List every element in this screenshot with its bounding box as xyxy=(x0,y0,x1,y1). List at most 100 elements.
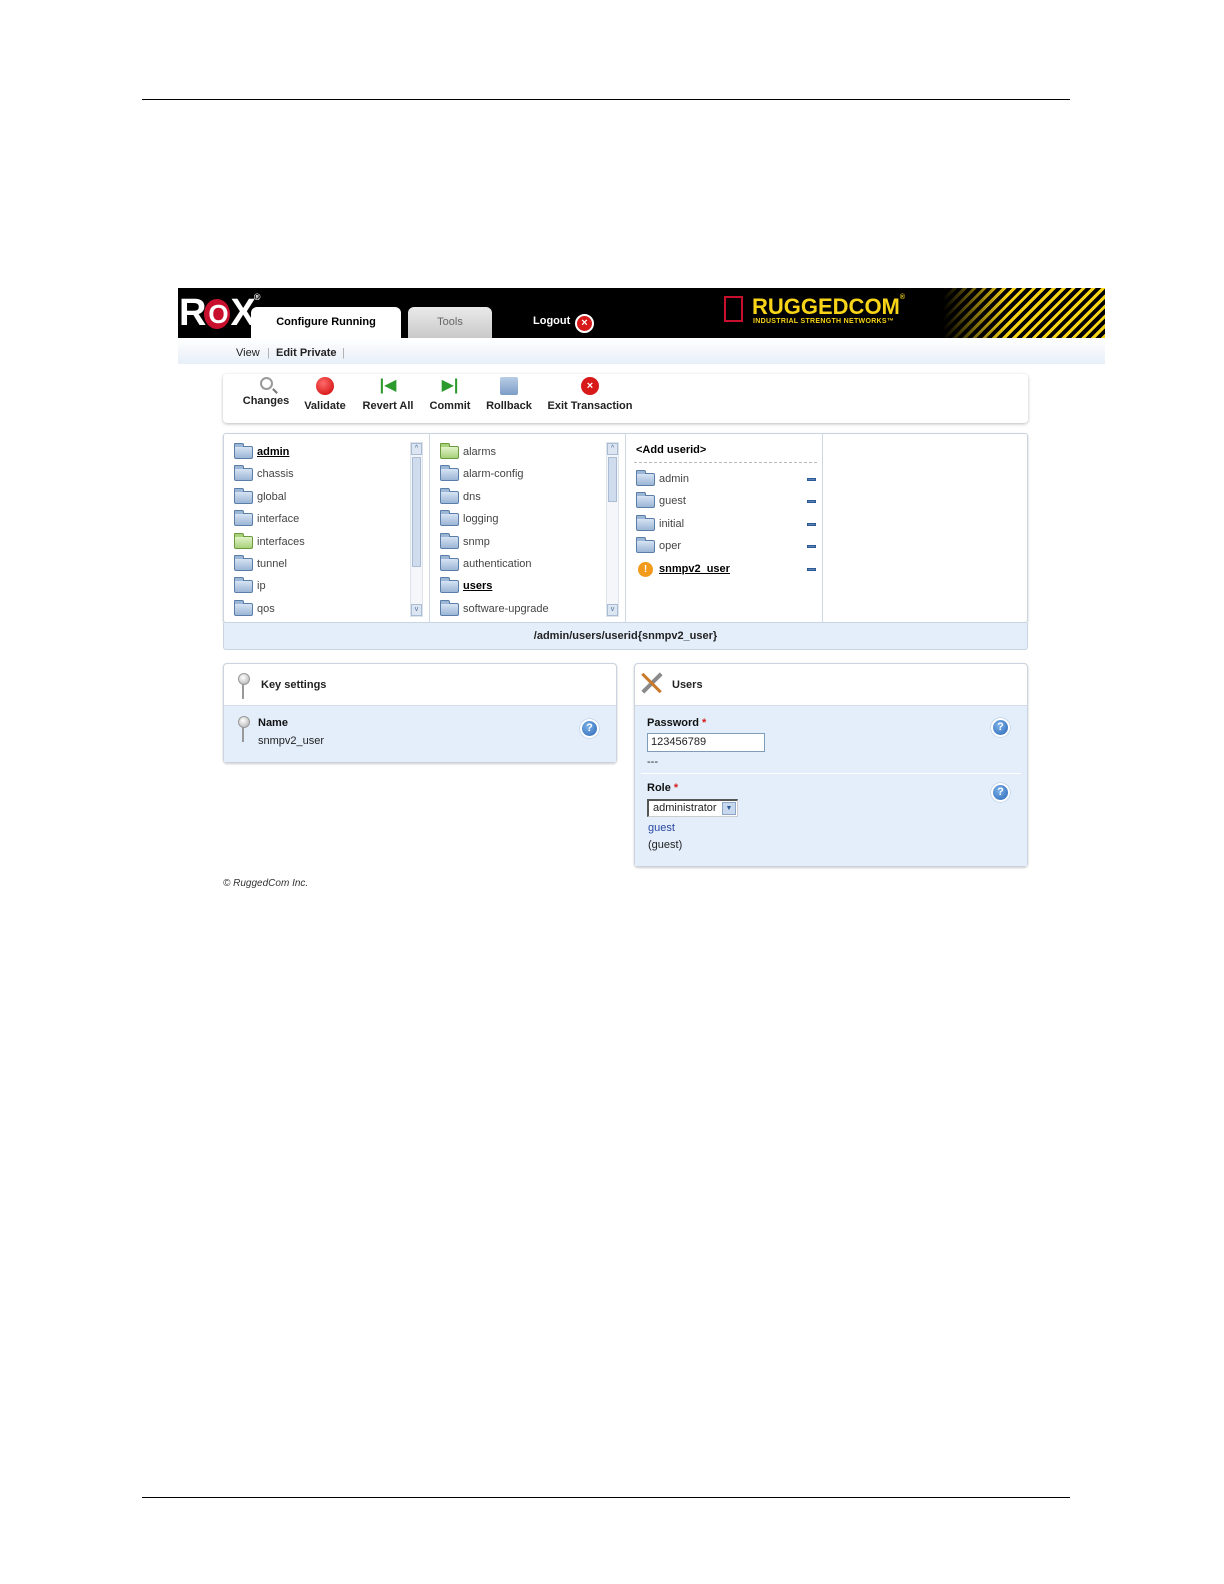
config-path-bar: /admin/users/userid{snmpv2_user} xyxy=(223,623,1028,650)
tree-column-2-scrollbar[interactable]: ^ v xyxy=(606,442,619,617)
userid-item-initial[interactable]: initial xyxy=(626,513,823,535)
userid-item-admin[interactable]: admin xyxy=(626,468,823,490)
logout-icon[interactable]: × xyxy=(575,314,594,333)
tree-item-authentication[interactable]: authentication xyxy=(430,553,625,575)
key-settings-panel: Key settings Name snmpv2_user ? xyxy=(223,663,617,763)
config-tree-browser: admin chassis global interface interface… xyxy=(223,433,1028,623)
folder-icon xyxy=(440,487,459,504)
warning-icon: ! xyxy=(638,561,653,577)
key-settings-title: Key settings xyxy=(224,664,616,706)
rollback-button[interactable]: Rollback xyxy=(485,377,533,412)
tree-item-alarm-config[interactable]: alarm-config xyxy=(430,463,625,485)
delete-minus-icon[interactable] xyxy=(807,478,816,481)
help-icon[interactable]: ? xyxy=(991,783,1010,802)
subnav-view[interactable]: View xyxy=(236,347,260,359)
name-value: snmpv2_user xyxy=(258,735,325,747)
tree-item-ip[interactable]: ip xyxy=(224,575,429,597)
folder-icon xyxy=(440,532,459,549)
tree-item-interface[interactable]: interface xyxy=(224,508,429,530)
rox-web-interface: R O X® Configure Running Tools Logout × RU… xyxy=(178,288,1105,892)
scroll-thumb[interactable] xyxy=(412,457,421,567)
tree-item-alarms[interactable]: alarms xyxy=(430,441,625,463)
changes-button[interactable]: Changes xyxy=(241,377,291,407)
exit-transaction-button[interactable]: × Exit Transaction xyxy=(547,377,633,412)
tree-item-admin[interactable]: admin xyxy=(224,441,429,463)
folder-icon xyxy=(234,554,253,571)
tools-icon xyxy=(638,669,666,697)
tab-configure-running[interactable]: Configure Running xyxy=(251,307,401,338)
folder-icon xyxy=(636,537,655,554)
tree-item-logging[interactable]: logging xyxy=(430,508,625,530)
magnifier-icon xyxy=(259,377,273,390)
password-field[interactable]: 123456789 xyxy=(647,733,765,752)
userid-item-oper[interactable]: oper xyxy=(626,535,823,557)
folder-open-icon xyxy=(234,443,253,459)
ruggedcom-emblem-icon xyxy=(724,296,743,322)
tab-tools[interactable]: Tools xyxy=(408,307,492,338)
tree-item-global[interactable]: global xyxy=(224,486,429,508)
tree-item-dns[interactable]: dns xyxy=(430,486,625,508)
role-guest-link[interactable]: guest xyxy=(648,822,675,834)
tree-item-tunnel[interactable]: tunnel xyxy=(224,553,429,575)
folder-green-icon xyxy=(234,532,253,549)
field-divider xyxy=(641,773,1021,774)
scroll-up-icon[interactable]: ^ xyxy=(607,443,618,455)
folder-icon xyxy=(636,470,655,486)
scroll-up-icon[interactable]: ^ xyxy=(411,443,422,455)
role-select[interactable]: administrator ▼ xyxy=(647,799,738,817)
app-header: R O X® Configure Running Tools Logout × RU… xyxy=(178,288,1105,338)
tree-item-interfaces[interactable]: interfaces xyxy=(224,531,429,553)
scroll-thumb[interactable] xyxy=(608,457,617,502)
help-icon[interactable]: ? xyxy=(580,719,599,738)
users-panel: Users Password * 123456789 --- ? Role * … xyxy=(634,663,1028,867)
tree-item-chassis[interactable]: chassis xyxy=(224,463,429,485)
chevron-down-icon: ▼ xyxy=(722,802,736,815)
commit-icon: ▶| xyxy=(441,377,459,394)
role-label: Role * xyxy=(647,782,679,794)
folder-open-icon xyxy=(440,577,459,594)
brand-name: RUGGEDCOM® xyxy=(752,294,906,319)
folder-icon xyxy=(440,465,459,482)
subnav-edit-private[interactable]: Edit Private xyxy=(276,347,337,359)
rollback-icon xyxy=(500,377,518,395)
hazard-stripes xyxy=(943,288,1105,338)
folder-green-icon xyxy=(440,443,459,459)
pin-icon xyxy=(238,716,250,742)
delete-minus-icon[interactable] xyxy=(807,545,816,549)
folder-icon xyxy=(636,492,655,509)
scroll-down-icon[interactable]: v xyxy=(607,604,618,616)
password-label: Password * xyxy=(647,717,707,729)
users-body: Password * 123456789 --- ? Role * admini… xyxy=(635,706,1027,866)
folder-icon xyxy=(234,465,253,482)
subnav-separator: | xyxy=(342,347,345,359)
name-label: Name xyxy=(258,717,288,729)
scroll-down-icon[interactable]: v xyxy=(411,604,422,616)
dashed-divider xyxy=(634,462,817,463)
help-icon[interactable]: ? xyxy=(991,718,1010,737)
transaction-toolbar: Changes Validate |◀ Revert All ▶| Commit… xyxy=(223,374,1028,423)
userid-item-guest[interactable]: guest xyxy=(626,490,823,512)
userid-item-snmpv2-user[interactable]: ! snmpv2_user xyxy=(626,558,823,580)
logout-link[interactable]: Logout xyxy=(533,315,570,327)
pin-icon xyxy=(238,673,250,699)
delete-minus-icon[interactable] xyxy=(807,500,816,504)
validate-icon xyxy=(316,377,334,395)
rox-logo: R O X® xyxy=(179,292,261,334)
folder-icon xyxy=(234,577,253,594)
delete-minus-icon[interactable] xyxy=(807,522,816,526)
tree-item-snmp[interactable]: snmp xyxy=(430,531,625,553)
tree-column-1-scrollbar[interactable]: ^ v xyxy=(410,442,423,617)
tree-item-qos[interactable]: qos xyxy=(224,598,429,620)
page-top-rule xyxy=(142,99,1070,100)
add-userid-link[interactable]: <Add userid> xyxy=(636,444,706,456)
users-title: Users xyxy=(635,664,1027,706)
commit-button[interactable]: ▶| Commit xyxy=(428,377,472,412)
folder-icon xyxy=(440,599,459,616)
revert-all-button[interactable]: |◀ Revert All xyxy=(361,377,415,412)
tree-column-2: alarms alarm-config dns logging snmp aut… xyxy=(430,434,626,622)
validate-button[interactable]: Validate xyxy=(302,377,348,412)
tree-item-software-upgrade[interactable]: software-upgrade xyxy=(430,598,625,620)
tree-item-users[interactable]: users xyxy=(430,575,625,597)
delete-minus-icon[interactable] xyxy=(807,567,816,571)
brand-tagline: INDUSTRIAL STRENGTH NETWORKS™ xyxy=(753,318,895,325)
